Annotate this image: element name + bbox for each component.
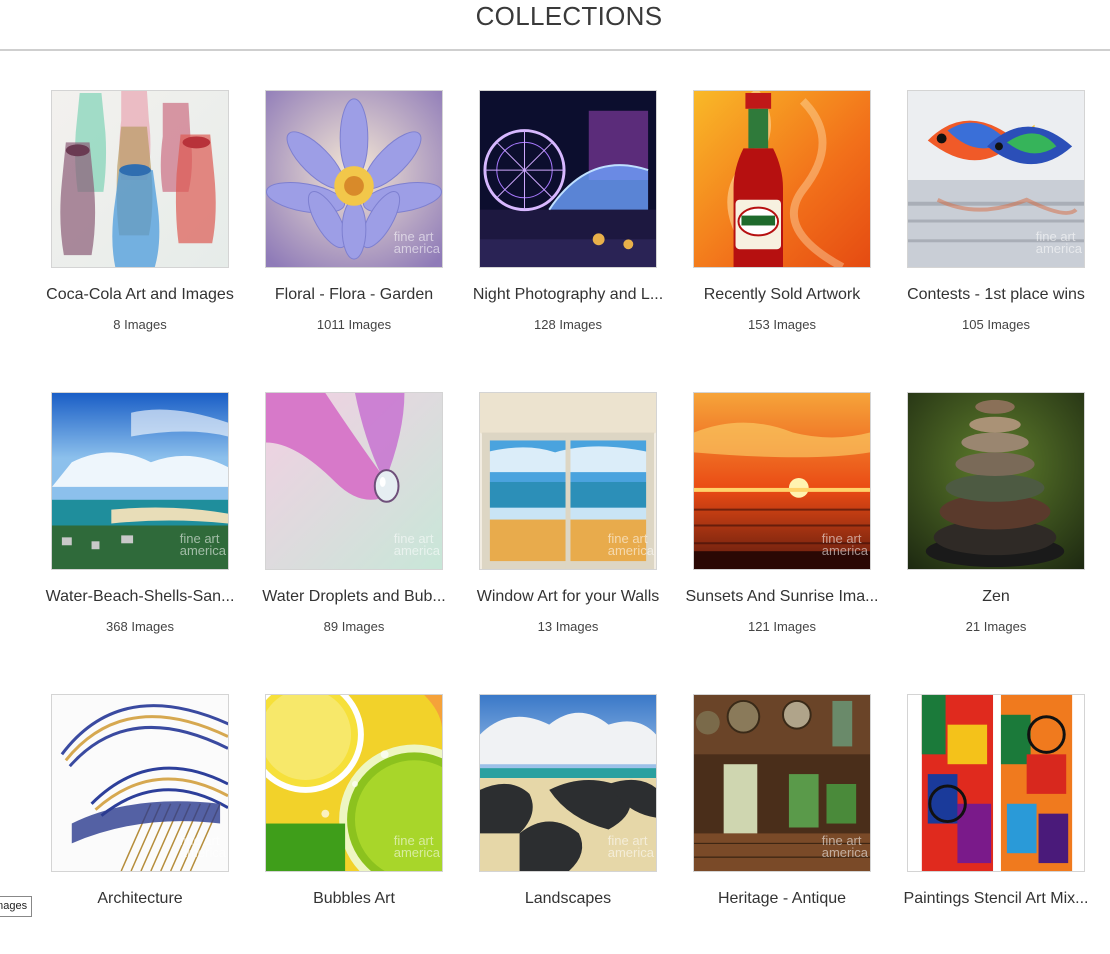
collection-thumbnail[interactable]: fine art america [907, 90, 1085, 268]
collection-title[interactable]: Water Droplets and Bub... [247, 588, 461, 606]
collection-count: 121 Images [748, 619, 816, 634]
tabasco-bottle-image [694, 91, 870, 267]
collection-title[interactable]: Heritage - Antique [675, 890, 889, 908]
tooltip: Images [0, 896, 33, 917]
collection-count: 1011 Images [316, 317, 392, 332]
collection-card-water-droplets[interactable]: fine art america Water Droplets and Bub..… [247, 392, 461, 652]
collection-title[interactable]: Water-Beach-Shells-San... [33, 588, 247, 606]
collection-title[interactable]: Architecture [33, 890, 247, 908]
stencil-painting-diptych-image [908, 695, 1084, 871]
collection-thumbnail[interactable]: fine art america [265, 392, 443, 570]
collection-card-recently-sold[interactable]: Recently Sold Artwork 153 Images [675, 90, 889, 350]
collection-thumbnail[interactable] [907, 694, 1085, 872]
fine-art-america-watermark: fine art america [393, 531, 440, 558]
collection-card-coca-cola[interactable]: Coca-Cola Art and Images 8 Images [33, 90, 247, 350]
collection-card-landscapes[interactable]: fine art america Landscapes [461, 694, 675, 954]
collection-card-bubbles-art[interactable]: fine art america Bubbles Art [247, 694, 461, 954]
collection-title[interactable]: Landscapes [461, 890, 675, 908]
collection-title[interactable]: Sunsets And Sunrise Ima... [675, 588, 889, 606]
collection-title[interactable]: Night Photography and L... [461, 286, 675, 304]
collection-card-contests[interactable]: fine art america Contests - 1st place win… [889, 90, 1103, 350]
stacked-stones-image [908, 393, 1084, 569]
collection-thumbnail[interactable]: fine art america [51, 694, 229, 872]
collection-title[interactable]: Zen [889, 588, 1103, 606]
collection-title[interactable]: Window Art for your Walls [461, 588, 675, 606]
collection-title[interactable]: Bubbles Art [247, 890, 461, 908]
coca-cola-bottles-image [52, 91, 228, 267]
collection-card-zen[interactable]: Zen 21 Images [889, 392, 1103, 652]
collection-count: 153 Images [748, 317, 816, 332]
fine-art-america-watermark: fine art america [821, 833, 868, 860]
collection-card-window-art[interactable]: fine art america Window Art for your Wall… [461, 392, 675, 652]
collection-thumbnail[interactable]: fine art america [265, 694, 443, 872]
fine-art-america-watermark: fine art america [607, 531, 654, 558]
collection-title[interactable]: Contests - 1st place wins [889, 286, 1103, 304]
collection-count: 128 Images [534, 317, 602, 332]
fine-art-america-watermark: fine art america [393, 229, 440, 256]
collection-count: 13 Images [537, 619, 599, 634]
collection-title[interactable]: Paintings Stencil Art Mix... [889, 890, 1103, 908]
collection-thumbnail[interactable] [479, 90, 657, 268]
collection-thumbnail[interactable]: fine art america [51, 392, 229, 570]
fine-art-america-watermark: fine art america [1035, 229, 1082, 256]
collection-thumbnail[interactable] [693, 90, 871, 268]
fine-art-america-watermark: fine art america [179, 833, 226, 860]
collection-thumbnail[interactable] [51, 90, 229, 268]
collection-thumbnail[interactable]: fine art america [693, 694, 871, 872]
fine-art-america-watermark: fine art america [821, 531, 868, 558]
collection-card-floral[interactable]: fine art america Floral - Flora - Garden … [247, 90, 461, 350]
collection-card-water-beach[interactable]: fine art america Water-Beach-Shells-San..… [33, 392, 247, 652]
collection-title[interactable]: Coca-Cola Art and Images [33, 286, 247, 304]
collection-thumbnail[interactable]: fine art america [265, 90, 443, 268]
collection-count: 105 Images [962, 317, 1030, 332]
collection-count: 21 Images [965, 619, 1027, 634]
collection-card-heritage-antique[interactable]: fine art america Heritage - Antique [675, 694, 889, 954]
fine-art-america-watermark: fine art america [179, 531, 226, 558]
ferris-wheel-night-image [480, 91, 656, 267]
collection-count: 8 Images [113, 317, 167, 332]
collection-count: 89 Images [323, 619, 385, 634]
collections-grid: Coca-Cola Art and Images 8 Images fine a… [0, 0, 1110, 916]
collection-thumbnail[interactable] [907, 392, 1085, 570]
collection-thumbnail[interactable]: fine art america [479, 694, 657, 872]
fine-art-america-watermark: fine art america [393, 833, 440, 860]
collection-card-paintings-stencil[interactable]: Paintings Stencil Art Mix... [889, 694, 1103, 954]
collection-card-sunsets[interactable]: fine art america Sunsets And Sunrise Ima.… [675, 392, 889, 652]
collection-card-architecture[interactable]: fine art america Architecture [33, 694, 247, 954]
collection-title[interactable]: Floral - Flora - Garden [247, 286, 461, 304]
collection-title[interactable]: Recently Sold Artwork [675, 286, 889, 304]
collection-card-night-photography[interactable]: Night Photography and L... 128 Images [461, 90, 675, 350]
fine-art-america-watermark: fine art america [607, 833, 654, 860]
collection-count: 368 Images [106, 619, 174, 634]
collection-thumbnail[interactable]: fine art america [479, 392, 657, 570]
collection-thumbnail[interactable]: fine art america [693, 392, 871, 570]
